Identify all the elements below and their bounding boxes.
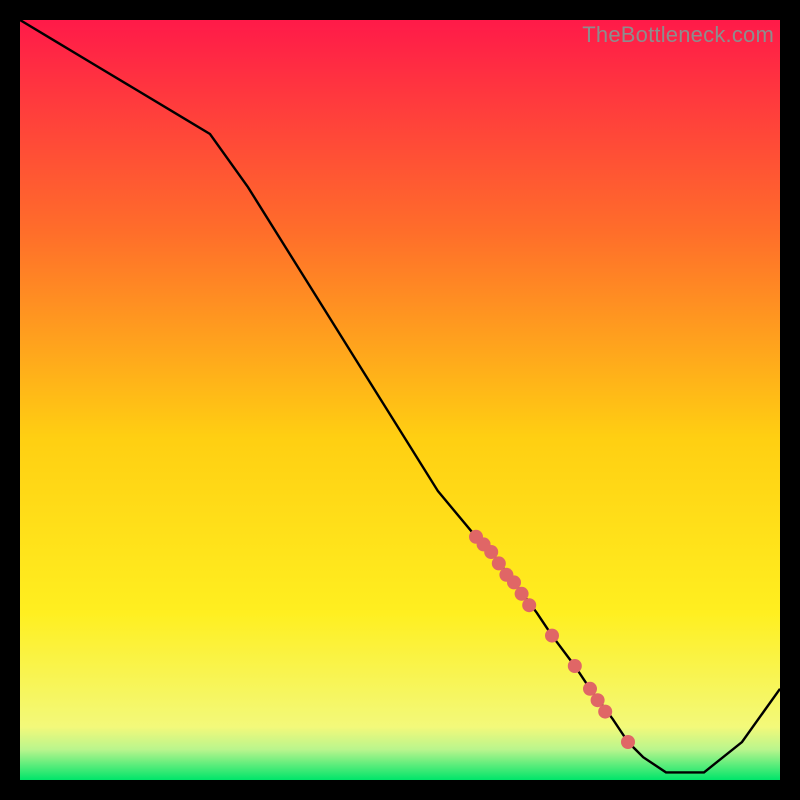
highlight-dot (484, 545, 498, 559)
highlight-dot (507, 575, 521, 589)
highlight-dot (598, 705, 612, 719)
chart-background (20, 20, 780, 780)
highlight-dot (522, 598, 536, 612)
highlight-dot (568, 659, 582, 673)
highlight-dot (515, 587, 529, 601)
highlight-dot (583, 682, 597, 696)
chart-frame: TheBottleneck.com (20, 20, 780, 780)
highlight-dot (545, 629, 559, 643)
chart-svg (20, 20, 780, 780)
highlight-dot (621, 735, 635, 749)
highlight-dot (591, 693, 605, 707)
watermark-text: TheBottleneck.com (582, 22, 774, 48)
highlight-dot (492, 556, 506, 570)
